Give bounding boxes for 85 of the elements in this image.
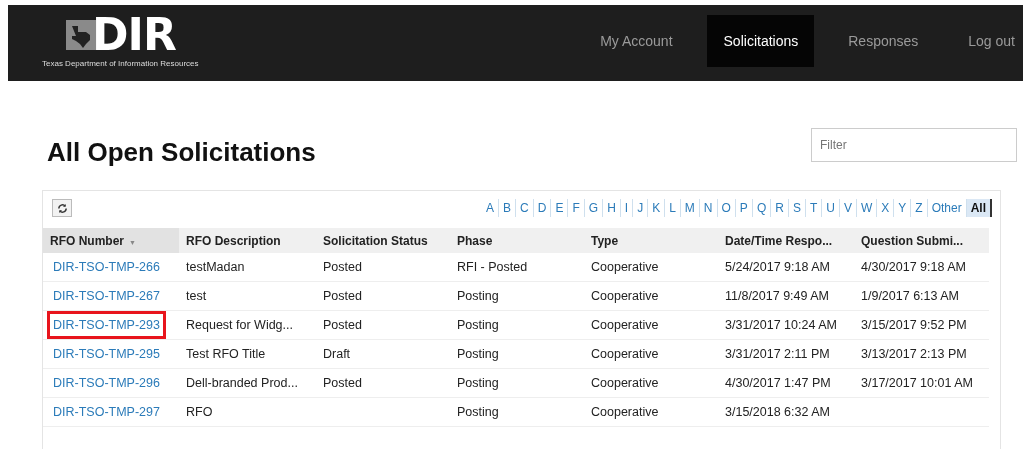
letter-filter-link[interactable]: X [877, 199, 895, 217]
refresh-icon [56, 202, 68, 214]
letter-filter-link[interactable]: E [551, 199, 569, 217]
column-header[interactable]: Date/Time Respo... [718, 228, 854, 253]
letter-filter-link[interactable]: T [805, 199, 823, 217]
nav-tab[interactable]: Responses [832, 15, 935, 67]
table-cell: Posting [450, 368, 584, 398]
table-cell: Cooperative [584, 310, 718, 340]
table-cell: Cooperative [584, 281, 718, 311]
table-cell: test [179, 281, 316, 311]
table-cell: Cooperative [584, 253, 718, 282]
table-cell: testMadan [179, 253, 316, 282]
table-cell: Posting [450, 397, 584, 427]
letter-filter-link[interactable]: J [633, 199, 649, 217]
table-cell: 3/13/2017 2:13 PM [854, 339, 989, 369]
table-cell: 1/9/2017 6:13 AM [854, 281, 989, 311]
logo-tagline: Texas Department of Information Resources [42, 59, 199, 68]
rfo-link[interactable]: DIR-TSO-TMP-267 [47, 282, 166, 310]
table-cell: 3/17/2017 10:01 AM [854, 368, 989, 398]
column-header[interactable]: RFO Description [179, 228, 316, 253]
letter-filter-link[interactable]: H [603, 199, 621, 217]
rfo-link[interactable]: DIR-TSO-TMP-295 [47, 340, 166, 368]
letter-filter-link[interactable]: Other [927, 199, 967, 217]
nav-tab[interactable]: Solicitations [706, 15, 815, 67]
column-header[interactable]: Phase [450, 228, 584, 253]
table-cell: Request for Widg... [179, 310, 316, 340]
letter-filter-link[interactable]: Y [894, 199, 912, 217]
rfo-link[interactable]: DIR-TSO-TMP-266 [47, 253, 166, 281]
letter-filter-link[interactable]: I [620, 199, 634, 217]
table-cell: Cooperative [584, 339, 718, 369]
table-cell: Test RFO Title [179, 339, 316, 369]
page-title: All Open Solicitations [47, 137, 316, 168]
rfo-link[interactable]: DIR-TSO-TMP-296 [47, 369, 166, 397]
letter-filter-link[interactable]: W [856, 199, 878, 217]
letter-filter-link[interactable]: N [699, 199, 718, 217]
table-cell: Posted [316, 310, 450, 340]
texas-map-icon [66, 20, 96, 50]
letter-filter-link[interactable]: K [648, 199, 666, 217]
nav-tab[interactable]: Log out [952, 15, 1023, 67]
letter-filter-link[interactable]: Q [752, 199, 772, 217]
table-cell: Cooperative [584, 368, 718, 398]
letter-filter-link[interactable]: P [735, 199, 753, 217]
table-cell: 3/15/2017 9:52 PM [854, 310, 989, 340]
table-cell: Posting [450, 310, 584, 340]
letter-filter-link[interactable]: Z [911, 199, 928, 217]
letter-filter-link[interactable]: F [568, 199, 585, 217]
column-header[interactable]: Question Submi... [854, 228, 989, 253]
letter-filter-link[interactable]: U [822, 199, 840, 217]
table-cell: RFI - Posted [450, 253, 584, 282]
table-cell: 4/30/2017 9:18 AM [854, 253, 989, 282]
table-cell: Posting [450, 281, 584, 311]
refresh-button[interactable] [52, 199, 72, 217]
table-cell: Cooperative [584, 397, 718, 427]
letter-filter-link[interactable]: C [516, 199, 534, 217]
table-cell: 3/31/2017 2:11 PM [718, 339, 854, 369]
table-cell: Draft [316, 339, 450, 369]
letter-filter-link[interactable]: G [584, 199, 604, 217]
logo-text: DIR [92, 13, 176, 57]
table-cell: Posted [316, 281, 450, 311]
table-cell: RFO [179, 397, 316, 427]
letter-filter-link[interactable]: O [717, 199, 736, 217]
column-header[interactable]: Solicitation Status [316, 228, 450, 253]
table-cell: 11/8/2017 9:49 AM [718, 281, 854, 311]
letter-filter-link[interactable]: All [966, 199, 992, 217]
letter-filter-link[interactable]: A [482, 199, 500, 217]
table-cell: 3/31/2017 10:24 AM [718, 310, 854, 340]
letter-filter-link[interactable]: R [771, 199, 789, 217]
letter-filter-link[interactable]: B [499, 199, 517, 217]
letter-filter-link[interactable]: S [788, 199, 806, 217]
letter-filter-link[interactable]: M [680, 199, 700, 217]
table-cell: Posted [316, 253, 450, 282]
letter-filter-link[interactable]: L [665, 199, 681, 217]
table-cell: 3/15/2018 6:32 AM [718, 397, 854, 427]
filter-field[interactable]: Filter [811, 127, 1017, 162]
table-cell: Posting [450, 339, 584, 369]
rfo-link[interactable]: DIR-TSO-TMP-297 [47, 398, 166, 426]
column-header[interactable]: Type [584, 228, 718, 253]
table-cell: 4/30/2017 1:47 PM [718, 368, 854, 398]
letter-filter-link[interactable]: V [839, 199, 857, 217]
nav-tab[interactable]: My Account [584, 15, 689, 67]
rfo-link[interactable]: DIR-TSO-TMP-293 [47, 311, 166, 339]
table-cell: Dell-branded Prod... [179, 368, 316, 398]
table-cell: Posted [316, 368, 450, 398]
table-cell: 5/24/2017 9:18 AM [718, 253, 854, 282]
letter-filter-link[interactable]: D [533, 199, 552, 217]
